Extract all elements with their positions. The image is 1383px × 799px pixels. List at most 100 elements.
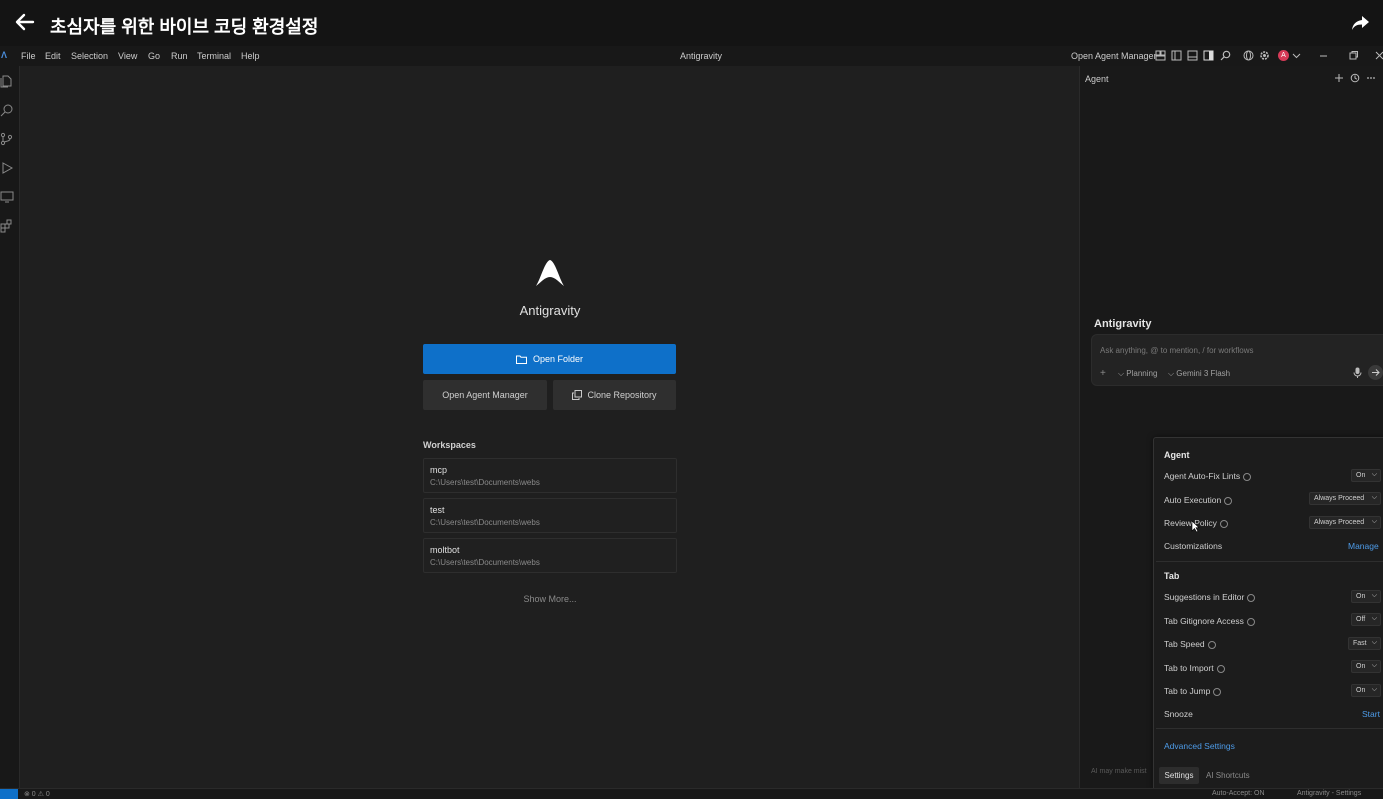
snooze-start-link[interactable]: Start bbox=[1362, 709, 1380, 719]
tab-speed-select[interactable]: Fast ⌵ bbox=[1348, 637, 1381, 650]
close-icon[interactable] bbox=[1374, 50, 1383, 61]
chevron-down-icon: ⌵ bbox=[1371, 615, 1377, 622]
tab-to-jump-value: On bbox=[1356, 687, 1366, 694]
open-agent-manager-label: Open Agent Manager bbox=[442, 390, 528, 400]
tab-gitignore-access-select[interactable]: Off ⌵ bbox=[1351, 613, 1381, 626]
run-debug-icon[interactable] bbox=[0, 161, 14, 175]
menu-run[interactable]: Run bbox=[171, 51, 188, 61]
history-icon[interactable] bbox=[1350, 73, 1360, 83]
toggle-secondary-sidebar-icon[interactable] bbox=[1203, 50, 1214, 61]
toggle-panel-icon[interactable] bbox=[1187, 50, 1198, 61]
menu-file[interactable]: File bbox=[21, 51, 36, 61]
send-button[interactable] bbox=[1368, 365, 1383, 380]
planning-mode-label: Planning bbox=[1126, 369, 1158, 378]
workspace-path: C:\Users\test\Documents\webs bbox=[430, 518, 540, 527]
toggle-sidebar-icon[interactable] bbox=[1171, 50, 1182, 61]
problems-count[interactable]: ⊗ 0 ⚠ 0 bbox=[24, 790, 50, 798]
activity-bar bbox=[0, 66, 20, 788]
setting-label-auto-execution: Auto Execution bbox=[1164, 495, 1233, 505]
welcome-title: Antigravity bbox=[519, 303, 581, 318]
auto-accept-status[interactable]: Auto-Accept: ON bbox=[1212, 790, 1265, 797]
menu-terminal[interactable]: Terminal bbox=[197, 51, 231, 61]
search-icon[interactable] bbox=[0, 103, 14, 117]
mouse-cursor-icon bbox=[1191, 520, 1200, 533]
manage-customizations-link[interactable]: Manage bbox=[1348, 541, 1379, 551]
menu-edit[interactable]: Edit bbox=[45, 51, 61, 61]
show-more-link[interactable]: Show More... bbox=[500, 594, 600, 604]
workspace-name: mcp bbox=[430, 465, 448, 475]
agent-panel-title: Agent bbox=[1085, 74, 1109, 84]
tab-gitignore-access-value: Off bbox=[1356, 616, 1366, 623]
suggestions-in-editor-value: On bbox=[1356, 593, 1366, 600]
source-control-icon[interactable] bbox=[0, 132, 14, 146]
restore-icon[interactable] bbox=[1348, 50, 1359, 61]
chevron-down-icon: ⌵ bbox=[1371, 662, 1377, 669]
window-title: Antigravity bbox=[680, 51, 723, 61]
back-arrow-icon[interactable] bbox=[14, 11, 40, 37]
workspace-item[interactable]: test C:\Users\test\Documents\webs bbox=[423, 498, 677, 533]
setting-label-tab-to-import: Tab to Import bbox=[1164, 663, 1225, 673]
menu-go[interactable]: Go bbox=[148, 51, 160, 61]
tab-to-import-select[interactable]: On ⌵ bbox=[1351, 660, 1381, 673]
tab-ai-shortcuts[interactable]: AI Shortcuts bbox=[1206, 771, 1250, 780]
chat-input-placeholder[interactable]: Ask anything, @ to mention, / for workfl… bbox=[1100, 346, 1254, 355]
review-policy-value: Always Proceed bbox=[1314, 519, 1365, 526]
agent-settings-heading: Agent bbox=[1164, 450, 1190, 460]
setting-label-auto-fix-lints: Agent Auto-Fix Lints bbox=[1164, 471, 1252, 481]
workspace-item[interactable]: mcp C:\Users\test\Documents\webs bbox=[423, 458, 677, 493]
open-folder-button[interactable]: Open Folder bbox=[423, 344, 676, 374]
editor-area bbox=[20, 66, 1078, 788]
open-agent-manager-button[interactable]: Open Agent Manager bbox=[423, 380, 547, 410]
auto-fix-lints-select[interactable]: On ⌵ bbox=[1351, 469, 1381, 482]
folder-icon bbox=[515, 355, 527, 364]
plus-icon[interactable] bbox=[1334, 73, 1344, 83]
advanced-settings-link[interactable]: Advanced Settings bbox=[1164, 741, 1235, 751]
clone-repository-button[interactable]: Clone Repository bbox=[553, 380, 676, 410]
setting-label-snooze: Snooze bbox=[1164, 709, 1193, 719]
layout-customize-icon[interactable] bbox=[1155, 50, 1166, 61]
workspace-path: C:\Users\test\Documents\webs bbox=[430, 478, 540, 487]
open-folder-label: Open Folder bbox=[532, 354, 584, 364]
review-policy-select[interactable]: Always Proceed ⌵ bbox=[1309, 516, 1381, 529]
menu-view[interactable]: View bbox=[118, 51, 137, 61]
info-icon bbox=[1207, 640, 1216, 649]
gear-icon[interactable] bbox=[1259, 50, 1270, 61]
workspace-item[interactable]: moltbot C:\Users\test\Documents\webs bbox=[423, 538, 677, 573]
tab-to-jump-select[interactable]: On ⌵ bbox=[1351, 684, 1381, 697]
chevron-down-icon: ⌵ bbox=[1371, 471, 1377, 478]
more-icon[interactable] bbox=[1366, 73, 1376, 83]
tab-settings[interactable]: Settings bbox=[1159, 767, 1199, 784]
planning-mode-select[interactable]: ⌵ Planning bbox=[1118, 369, 1157, 379]
search-icon[interactable] bbox=[1220, 50, 1231, 61]
agent-section-title: Antigravity bbox=[1094, 318, 1152, 330]
model-label: Gemini 3 Flash bbox=[1176, 369, 1231, 378]
arrow-right-icon bbox=[1372, 369, 1380, 376]
workspace-path: C:\Users\test\Documents\webs bbox=[430, 558, 540, 567]
tab-settings-heading: Tab bbox=[1164, 571, 1180, 581]
antigravity-logo-icon bbox=[536, 260, 564, 286]
menu-selection[interactable]: Selection bbox=[71, 51, 108, 61]
add-context-icon[interactable]: + bbox=[1100, 368, 1106, 379]
globe-icon[interactable] bbox=[1243, 50, 1254, 61]
open-agent-manager-link[interactable]: Open Agent Manager bbox=[1071, 51, 1157, 61]
menu-help[interactable]: Help bbox=[241, 51, 260, 61]
workspaces-heading: Workspaces bbox=[423, 440, 476, 450]
chevron-down-icon[interactable] bbox=[1291, 50, 1302, 61]
auto-execution-select[interactable]: Always Proceed ⌵ bbox=[1309, 492, 1381, 505]
info-icon bbox=[1213, 687, 1222, 696]
model-select[interactable]: ⌵ Gemini 3 Flash bbox=[1168, 369, 1230, 379]
settings-popup bbox=[1153, 437, 1383, 790]
share-icon[interactable] bbox=[1349, 12, 1373, 36]
chevron-down-icon: ⌵ bbox=[1371, 686, 1377, 693]
suggestions-in-editor-select[interactable]: On ⌵ bbox=[1351, 590, 1381, 603]
menu-bar: Λ File Edit Selection View Go Run Termin… bbox=[0, 46, 1383, 66]
avatar[interactable]: A bbox=[1278, 50, 1289, 61]
status-window-label: Antigravity - Settings bbox=[1297, 790, 1362, 797]
extensions-icon[interactable] bbox=[0, 219, 14, 233]
clone-repository-label: Clone Repository bbox=[587, 390, 657, 400]
explorer-icon[interactable] bbox=[0, 74, 14, 88]
remote-explorer-icon[interactable] bbox=[0, 190, 14, 204]
microphone-icon[interactable] bbox=[1353, 367, 1362, 378]
minimize-icon[interactable] bbox=[1318, 50, 1329, 61]
tab-speed-value: Fast bbox=[1353, 640, 1367, 647]
